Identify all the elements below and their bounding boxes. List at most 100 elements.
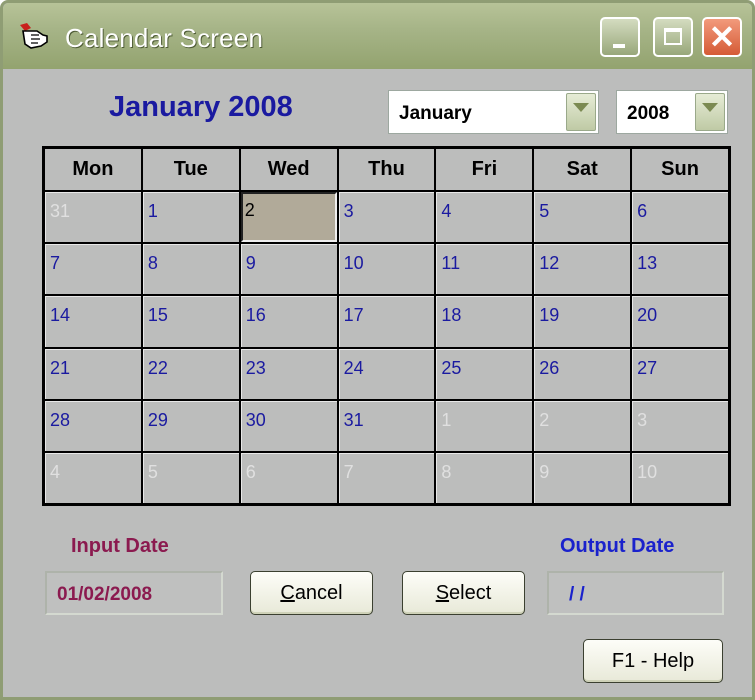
- day-cell[interactable]: 1: [142, 192, 239, 243]
- day-number: 7: [50, 253, 61, 274]
- day-cell[interactable]: 4: [436, 192, 533, 243]
- select-label: elect: [449, 582, 492, 604]
- day-cell[interactable]: 18: [436, 296, 533, 347]
- input-date-value: 01/02/2008: [57, 584, 153, 605]
- day-cell[interactable]: 29: [142, 400, 239, 451]
- day-cell[interactable]: 27: [632, 348, 728, 399]
- day-number: 29: [147, 409, 168, 430]
- day-cell[interactable]: 4: [45, 452, 141, 503]
- day-cell[interactable]: 5: [534, 192, 631, 243]
- input-date-field[interactable]: 01/02/2008: [45, 571, 223, 615]
- close-button[interactable]: ✕: [702, 17, 742, 57]
- weekday-header: Sun: [632, 149, 728, 190]
- day-cell[interactable]: 25: [436, 348, 533, 399]
- day-number: 28: [50, 409, 71, 430]
- day-number: 23: [245, 357, 266, 378]
- day-cell[interactable]: 15: [142, 296, 239, 347]
- day-cell[interactable]: 26: [534, 348, 631, 399]
- day-number: 14: [50, 305, 71, 326]
- month-select[interactable]: January: [388, 90, 599, 134]
- year-select[interactable]: 2008: [616, 90, 728, 134]
- minimize-button[interactable]: [600, 17, 640, 57]
- weekday-header: Sat: [534, 149, 631, 190]
- day-number: 12: [539, 253, 560, 274]
- day-number: 30: [245, 409, 266, 430]
- chevron-down-icon[interactable]: [695, 93, 725, 131]
- day-number: 8: [147, 253, 158, 274]
- close-icon: ✕: [708, 19, 736, 55]
- day-number: 9: [245, 253, 256, 274]
- day-cell[interactable]: 11: [436, 244, 533, 295]
- day-cell[interactable]: 10: [338, 244, 435, 295]
- day-number: 15: [147, 305, 168, 326]
- day-cell[interactable]: 9: [534, 452, 631, 503]
- day-cell[interactable]: 16: [240, 296, 337, 347]
- day-number: 24: [343, 357, 364, 378]
- day-cell[interactable]: 2: [534, 400, 631, 451]
- day-cell[interactable]: 31: [45, 192, 141, 243]
- maximize-button[interactable]: [653, 17, 693, 57]
- day-cell[interactable]: 8: [142, 244, 239, 295]
- pointing-hand-icon: [20, 23, 48, 49]
- weekday-header: Thu: [338, 149, 435, 190]
- title-bar[interactable]: Calendar Screen ✕: [3, 3, 752, 69]
- day-cell[interactable]: 23: [240, 348, 337, 399]
- day-cell[interactable]: 13: [632, 244, 728, 295]
- chevron-down-icon[interactable]: [566, 93, 596, 131]
- day-cell[interactable]: 19: [534, 296, 631, 347]
- day-number: 18: [441, 305, 462, 326]
- day-cell[interactable]: 30: [240, 400, 337, 451]
- day-number: 21: [50, 357, 71, 378]
- day-cell[interactable]: 5: [142, 452, 239, 503]
- day-number: 6: [637, 201, 648, 221]
- day-cell[interactable]: 1: [436, 400, 533, 451]
- day-cell[interactable]: 9: [240, 244, 337, 295]
- window-title: Calendar Screen: [65, 23, 264, 53]
- day-cell[interactable]: 22: [142, 348, 239, 399]
- help-button[interactable]: F1 - Help: [583, 639, 723, 683]
- day-number: 31: [50, 201, 71, 221]
- day-number: 5: [539, 201, 550, 221]
- calendar-window: Calendar Screen ✕ January 2008 January 2…: [0, 0, 755, 700]
- output-date-value: / /: [569, 584, 585, 605]
- day-cell[interactable]: 20: [632, 296, 728, 347]
- day-cell[interactable]: 14: [45, 296, 141, 347]
- day-cell[interactable]: 24: [338, 348, 435, 399]
- output-date-field[interactable]: / /: [547, 571, 724, 615]
- day-cell[interactable]: 3: [632, 400, 728, 451]
- month-year-heading: January 2008: [109, 91, 293, 123]
- day-number: 19: [539, 305, 560, 326]
- day-cell[interactable]: 28: [45, 400, 141, 451]
- maximize-icon: [664, 28, 682, 45]
- day-number: 11: [441, 253, 461, 274]
- cancel-button[interactable]: Cancel: [250, 571, 373, 615]
- day-number: 9: [539, 461, 550, 482]
- day-cell-selected[interactable]: 2: [240, 192, 337, 243]
- day-number: 22: [147, 357, 168, 378]
- day-cell[interactable]: 12: [534, 244, 631, 295]
- day-cell[interactable]: 10: [632, 452, 728, 503]
- day-cell[interactable]: 31: [338, 400, 435, 451]
- weekday-header: Wed: [240, 149, 337, 190]
- weekday-header: Fri: [436, 149, 533, 190]
- day-cell[interactable]: 7: [338, 452, 435, 503]
- minimize-icon: [613, 44, 625, 48]
- day-number: 27: [637, 357, 658, 378]
- day-cell[interactable]: 7: [45, 244, 141, 295]
- day-number: 4: [50, 461, 61, 482]
- day-number: 3: [343, 201, 354, 221]
- day-cell[interactable]: 6: [632, 192, 728, 243]
- day-cell[interactable]: 6: [240, 452, 337, 503]
- output-date-label: Output Date: [560, 535, 675, 557]
- select-button[interactable]: Select: [402, 571, 525, 615]
- day-cell[interactable]: 17: [338, 296, 435, 347]
- day-cell[interactable]: 8: [436, 452, 533, 503]
- day-number: 25: [441, 357, 462, 378]
- day-number: 13: [637, 253, 658, 274]
- day-number: 10: [343, 253, 364, 274]
- cancel-mnemonic: C: [280, 582, 295, 604]
- day-cell[interactable]: 21: [45, 348, 141, 399]
- day-number: 8: [441, 461, 452, 482]
- input-date-label: Input Date: [71, 535, 169, 557]
- day-cell[interactable]: 3: [338, 192, 435, 243]
